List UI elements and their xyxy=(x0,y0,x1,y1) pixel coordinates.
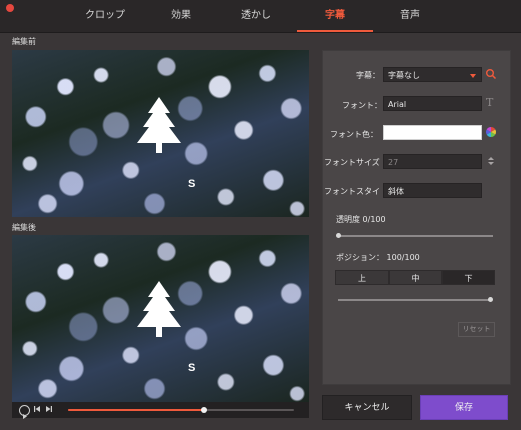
font-color-label: フォント色： xyxy=(330,130,378,139)
text-font-icon[interactable]: T xyxy=(486,96,498,109)
search-icon[interactable] xyxy=(485,68,497,80)
tab-subtitle[interactable]: 字幕 xyxy=(297,0,373,32)
font-style-label: フォントスタイ xyxy=(324,187,380,196)
reset-button[interactable]: リセット xyxy=(458,322,495,337)
tab-audio[interactable]: 音声 xyxy=(382,0,438,32)
font-size-label: フォントサイズ xyxy=(324,158,380,167)
position-middle-button[interactable]: 中 xyxy=(389,270,442,285)
close-window-button[interactable] xyxy=(6,4,14,12)
playback-progress[interactable] xyxy=(68,407,294,413)
position-top-button[interactable]: 上 xyxy=(335,270,389,285)
cancel-button[interactable]: キャンセル xyxy=(322,395,412,420)
opacity-label: 透明度 0/100 xyxy=(336,215,386,224)
font-color-field[interactable] xyxy=(383,125,482,140)
play-icon xyxy=(23,414,27,419)
play-button[interactable] xyxy=(19,405,30,419)
font-size-value: 27 xyxy=(388,158,399,167)
position-slider[interactable] xyxy=(338,297,493,302)
preview-before: S xyxy=(12,50,309,217)
subtitle-preview-text: S xyxy=(188,362,196,374)
position-bottom-button[interactable]: 下 xyxy=(442,270,495,285)
tree-icon xyxy=(137,281,181,337)
subtitle-label: 字幕： xyxy=(356,71,380,80)
opacity-slider[interactable] xyxy=(336,233,493,238)
next-frame-icon[interactable] xyxy=(44,405,54,415)
font-label: フォント： xyxy=(342,101,382,110)
before-label: 編集前 xyxy=(12,37,36,46)
subtitle-select-value: 字幕なし xyxy=(388,71,420,80)
tab-watermark[interactable]: 透かし xyxy=(224,0,288,32)
subtitle-preview-text: S xyxy=(188,178,196,190)
tab-crop[interactable]: クロップ xyxy=(77,0,133,32)
font-field-value: Arial xyxy=(388,100,407,109)
color-wheel-icon[interactable] xyxy=(485,126,497,138)
tab-effects[interactable]: 効果 xyxy=(153,0,209,32)
preview-after: S xyxy=(12,235,309,402)
tree-icon xyxy=(137,97,181,153)
save-button[interactable]: 保存 xyxy=(420,395,508,420)
font-style-select[interactable]: 斜体 xyxy=(383,183,482,198)
font-field[interactable]: Arial xyxy=(383,96,482,111)
position-slider-knob[interactable] xyxy=(488,297,493,302)
font-style-value: 斜体 xyxy=(388,187,404,196)
font-size-field[interactable]: 27 xyxy=(383,154,482,169)
player-controls xyxy=(12,402,309,419)
after-label: 編集後 xyxy=(12,223,36,232)
stepper-arrows-icon[interactable] xyxy=(485,155,497,167)
tab-bar: クロップ 効果 透かし 字幕 音声 xyxy=(0,0,521,33)
subtitle-select[interactable]: 字幕なし xyxy=(383,67,482,82)
position-label: ポジション： 100/100 xyxy=(336,253,420,262)
playback-progress-knob[interactable] xyxy=(200,407,207,413)
previous-frame-icon[interactable] xyxy=(32,405,42,415)
playback-progress-fill xyxy=(68,409,204,411)
chevron-down-icon xyxy=(470,74,476,78)
opacity-slider-knob[interactable] xyxy=(336,233,341,238)
